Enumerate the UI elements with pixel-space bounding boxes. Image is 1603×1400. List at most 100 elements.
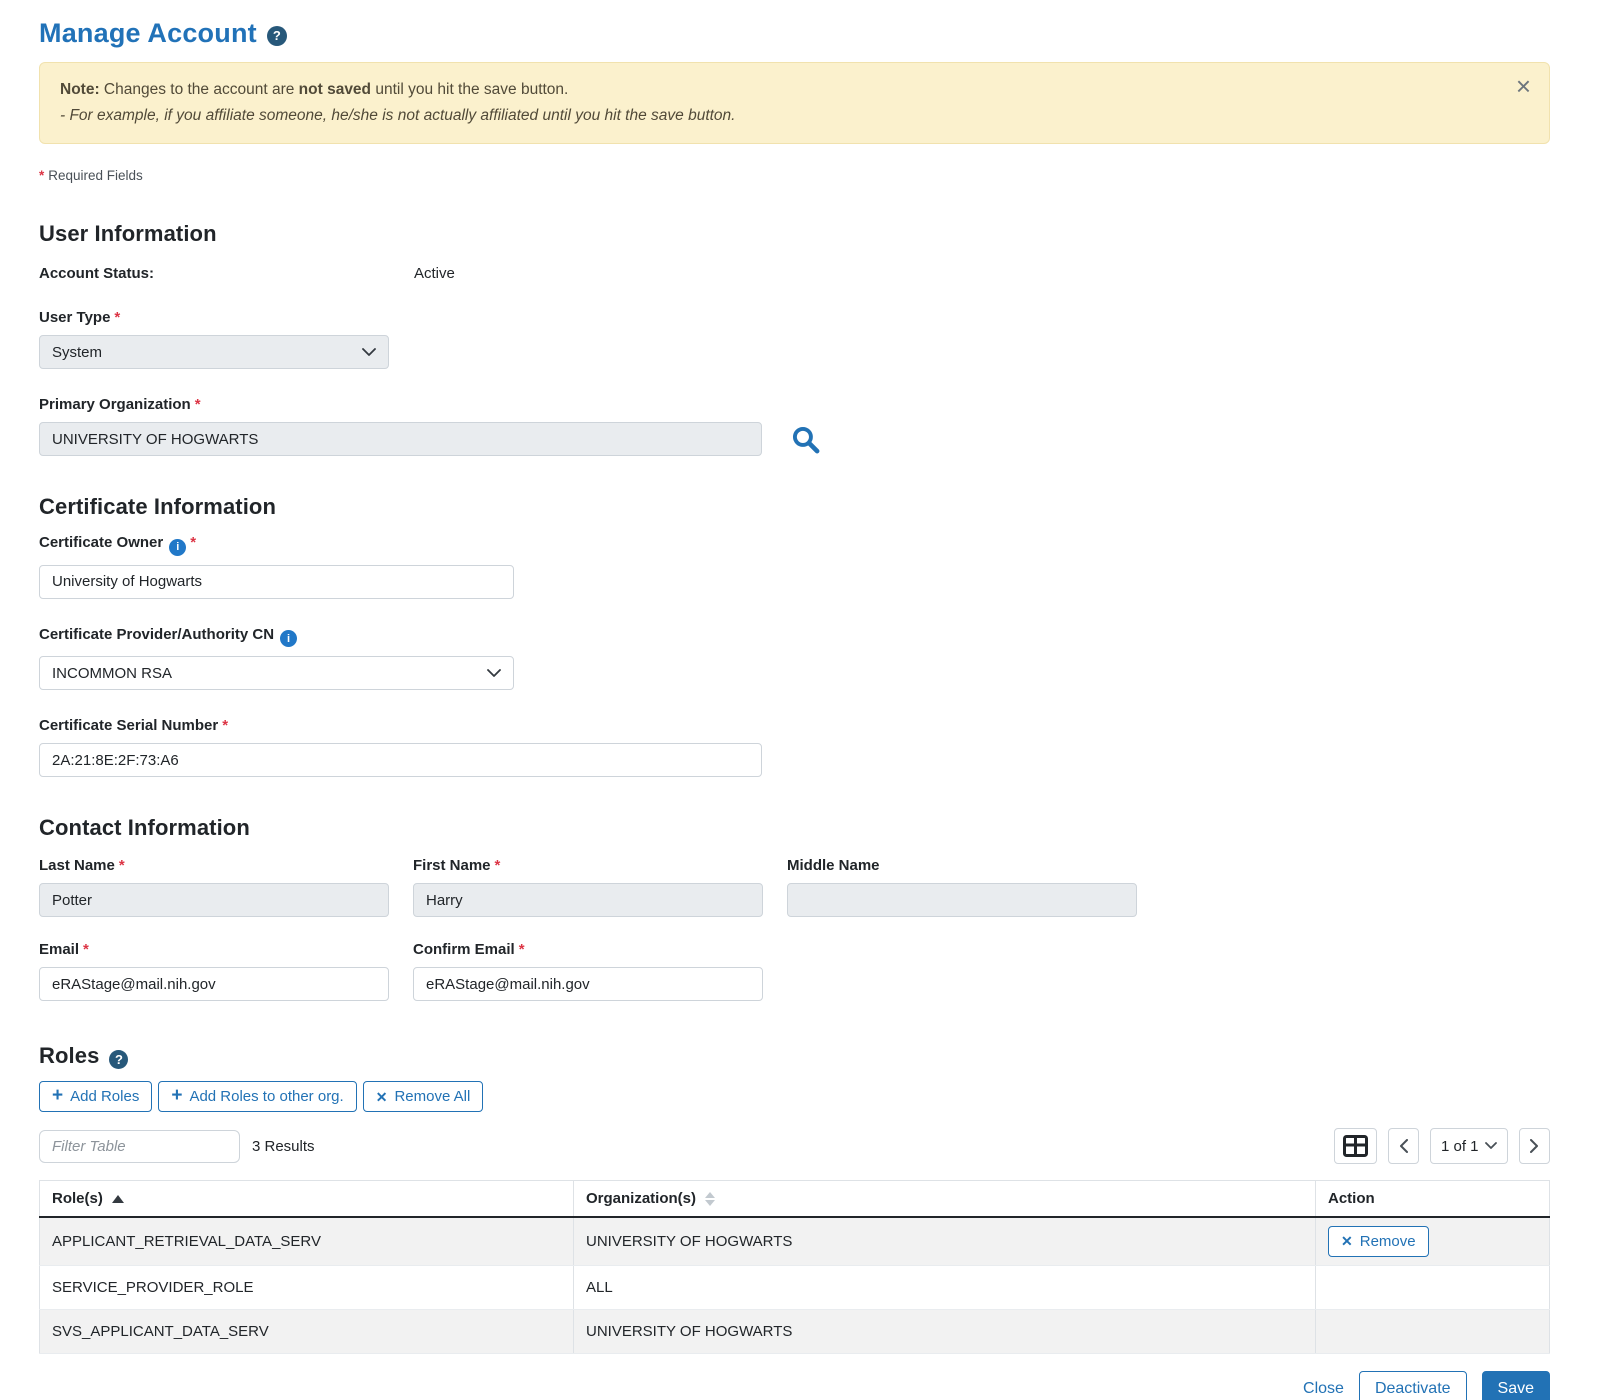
note-bold: not saved [299, 81, 371, 98]
close-button[interactable]: Close [1303, 1380, 1344, 1398]
close-icon[interactable]: × [1516, 73, 1531, 99]
deactivate-button[interactable]: Deactivate [1359, 1371, 1467, 1400]
chevron-down-icon [487, 669, 501, 678]
required-asterisk: * [519, 941, 525, 958]
user-type-value: System [52, 344, 102, 361]
certificate-provider-select[interactable]: INCOMMON RSA [39, 656, 514, 690]
required-asterisk: * [222, 717, 228, 734]
primary-organization-input [39, 422, 762, 456]
last-name-group: Last Name* [39, 857, 389, 917]
info-icon[interactable]: i [169, 539, 186, 556]
last-name-input [39, 883, 389, 917]
certificate-owner-group: Certificate Owneri* [39, 534, 1550, 599]
certificate-owner-input[interactable] [39, 565, 514, 599]
table-grid-icon [1343, 1135, 1368, 1157]
certificate-serial-group: Certificate Serial Number* [39, 717, 1550, 777]
x-icon: ✕ [376, 1090, 388, 1104]
required-asterisk: * [495, 857, 501, 874]
account-status-label: Account Status: [39, 265, 414, 282]
roles-heading-row: Roles ? [39, 1043, 1550, 1069]
column-header-organizations[interactable]: Organization(s) [574, 1181, 1316, 1218]
user-type-group: User Type* System [39, 309, 1550, 369]
table-header-row: Role(s) Organization(s) Action [40, 1181, 1550, 1218]
email-input[interactable] [39, 967, 389, 1001]
role-cell: SERVICE_PROVIDER_ROLE [40, 1265, 574, 1309]
note-text-line1: Note: Changes to the account are not sav… [60, 78, 1497, 102]
email-label: Email* [39, 941, 389, 958]
save-button[interactable]: Save [1482, 1371, 1550, 1400]
required-asterisk: * [114, 309, 120, 326]
add-roles-other-org-button[interactable]: +Add Roles to other org. [158, 1081, 356, 1112]
page-select-value: 1 of 1 [1441, 1138, 1479, 1155]
note-label: Note: [60, 81, 100, 98]
asterisk-icon: * [39, 168, 44, 183]
required-asterisk: * [119, 857, 125, 874]
confirm-email-group: Confirm Email* [413, 941, 763, 1001]
organization-cell: ALL [574, 1265, 1316, 1309]
sort-ascending-icon [112, 1195, 124, 1203]
first-name-group: First Name* [413, 857, 763, 917]
contact-email-row: Email* Confirm Email* [39, 941, 1550, 1001]
user-information-heading: User Information [39, 221, 1550, 247]
x-icon: ✕ [1341, 1234, 1353, 1248]
first-name-input [413, 883, 763, 917]
middle-name-group: Middle Name [787, 857, 1137, 917]
confirm-email-input[interactable] [413, 967, 763, 1001]
roles-table: Role(s) Organization(s) Action APPLICANT… [39, 1180, 1550, 1354]
help-icon[interactable]: ? [267, 26, 287, 46]
primary-organization-group: Primary Organization* [39, 396, 1550, 456]
organization-cell: UNIVERSITY OF HOGWARTS [574, 1309, 1316, 1353]
chevron-left-icon [1399, 1139, 1408, 1153]
remove-role-button[interactable]: ✕Remove [1328, 1226, 1429, 1257]
certificate-provider-label: Certificate Provider/Authority CNi [39, 626, 1550, 648]
roles-toolbar: +Add Roles +Add Roles to other org. ✕Rem… [39, 1081, 1550, 1112]
account-status-row: Account Status: Active [39, 265, 1550, 282]
previous-page-button[interactable] [1388, 1128, 1419, 1164]
organization-cell: UNIVERSITY OF HOGWARTS [574, 1217, 1316, 1265]
search-icon [790, 424, 821, 455]
action-cell [1316, 1309, 1550, 1353]
pagination-controls: 1 of 1 [1334, 1128, 1550, 1164]
footer-actions: Close Deactivate Save [39, 1371, 1550, 1400]
note-banner: Note: Changes to the account are not sav… [39, 62, 1550, 144]
certificate-serial-label: Certificate Serial Number* [39, 717, 1550, 734]
sort-icon [705, 1192, 715, 1206]
certificate-provider-group: Certificate Provider/Authority CNi INCOM… [39, 626, 1550, 691]
account-status-value: Active [414, 265, 455, 282]
primary-organization-label: Primary Organization* [39, 396, 1550, 413]
required-fields-note: *Required Fields [39, 168, 1550, 183]
chevron-down-icon [1485, 1142, 1497, 1150]
chevron-down-icon [362, 348, 376, 357]
filter-table-input[interactable] [39, 1130, 240, 1163]
column-header-roles[interactable]: Role(s) [40, 1181, 574, 1218]
user-type-label: User Type* [39, 309, 1550, 326]
page-select[interactable]: 1 of 1 [1430, 1128, 1508, 1164]
table-row: SERVICE_PROVIDER_ROLE ALL [40, 1265, 1550, 1309]
manage-account-page: Manage Account ? Note: Changes to the ac… [39, 0, 1550, 1400]
results-count: 3 Results [252, 1138, 315, 1155]
required-asterisk: * [190, 534, 196, 551]
certificate-owner-label: Certificate Owneri* [39, 534, 1550, 556]
certificate-information-heading: Certificate Information [39, 494, 1550, 520]
first-name-label: First Name* [413, 857, 763, 874]
remove-all-button[interactable]: ✕Remove All [363, 1081, 484, 1112]
search-organization-button[interactable] [790, 424, 821, 455]
certificate-serial-input[interactable] [39, 743, 762, 777]
middle-name-label: Middle Name [787, 857, 1137, 874]
next-page-button[interactable] [1519, 1128, 1550, 1164]
column-settings-button[interactable] [1334, 1128, 1377, 1164]
info-icon[interactable]: i [280, 630, 297, 647]
help-icon[interactable]: ? [109, 1050, 128, 1069]
add-roles-button[interactable]: +Add Roles [39, 1081, 152, 1112]
table-controls-row: 3 Results 1 of 1 [39, 1128, 1550, 1164]
required-asterisk: * [195, 396, 201, 413]
roles-heading: Roles [39, 1043, 99, 1069]
column-header-action: Action [1316, 1181, 1550, 1218]
role-cell: SVS_APPLICANT_DATA_SERV [40, 1309, 574, 1353]
table-row: APPLICANT_RETRIEVAL_DATA_SERV UNIVERSITY… [40, 1217, 1550, 1265]
table-row: SVS_APPLICANT_DATA_SERV UNIVERSITY OF HO… [40, 1309, 1550, 1353]
role-cell: APPLICANT_RETRIEVAL_DATA_SERV [40, 1217, 574, 1265]
page-title-row: Manage Account ? [39, 18, 1550, 49]
email-group: Email* [39, 941, 389, 1001]
user-type-select[interactable]: System [39, 335, 389, 369]
